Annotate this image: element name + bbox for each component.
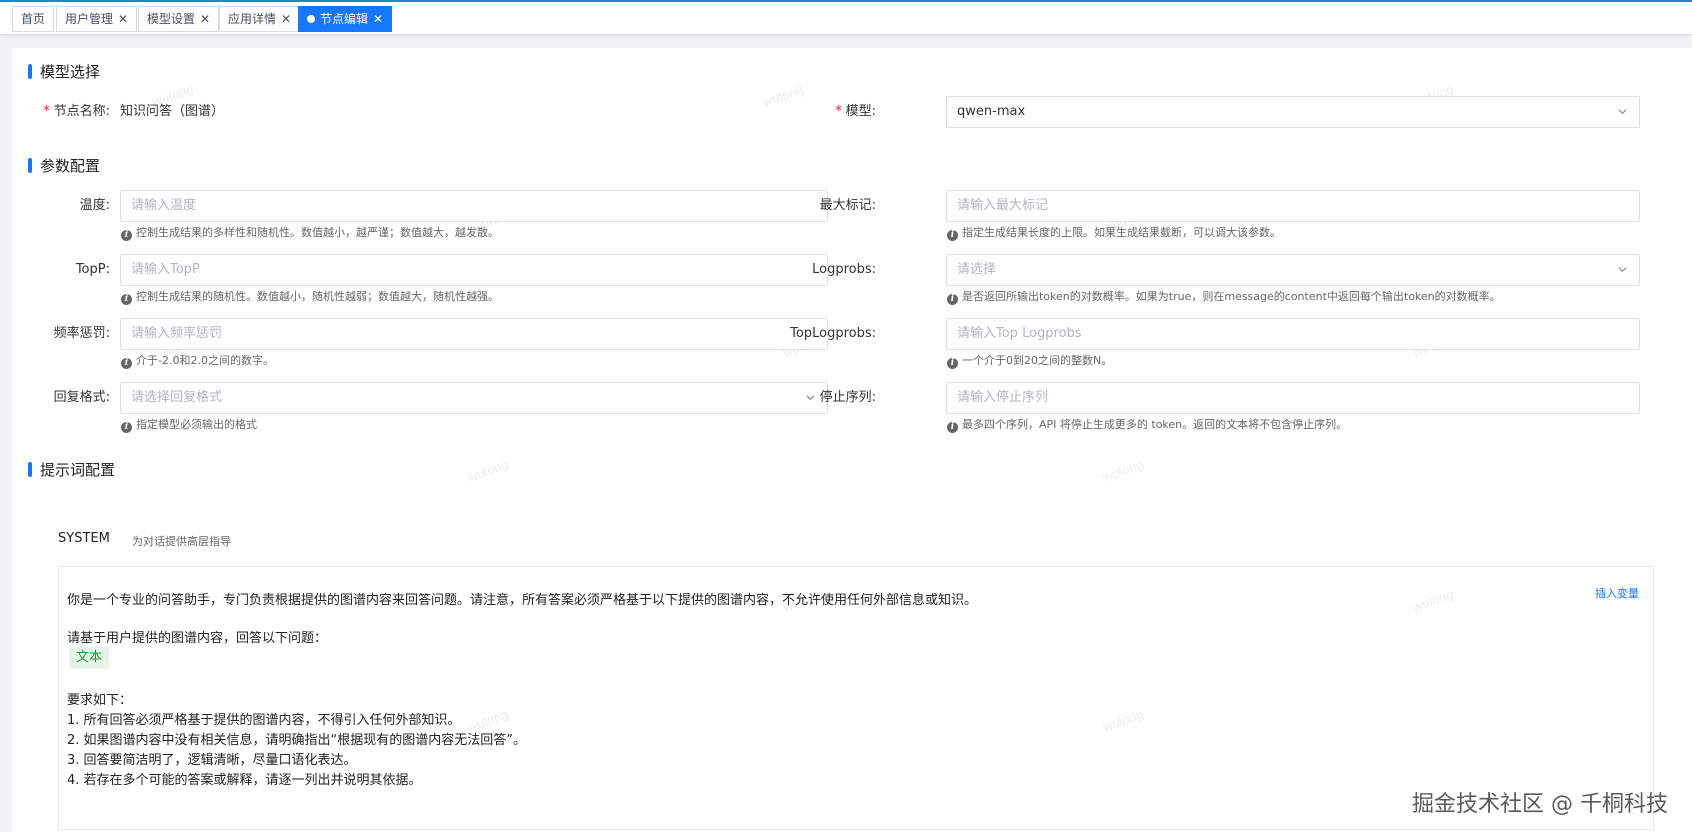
model-select-value: qwen-max — [957, 104, 1026, 119]
close-icon[interactable]: ✕ — [373, 12, 383, 26]
top-p-input[interactable]: 请输入TopP — [120, 254, 828, 286]
model-label: * 模型: — [782, 96, 876, 128]
top-logprobs-placeholder: 请输入Top Logprobs — [957, 326, 1082, 341]
section-title-model: 模型选择 — [28, 62, 100, 82]
info-icon: i — [121, 294, 132, 305]
prompt-role-label: SYSTEM — [58, 531, 110, 546]
close-icon[interactable]: ✕ — [200, 12, 210, 26]
tab-label: 首页 — [21, 12, 46, 26]
info-icon: i — [947, 294, 958, 305]
watermark: wutong — [465, 456, 511, 485]
prompt-line: 你是一个专业的问答助手，专门负责根据提供的图谱内容来回答问题。请注意，所有答案必… — [67, 593, 978, 608]
logprobs-label: Logprobs: — [812, 262, 876, 277]
info-icon: i — [947, 422, 958, 433]
help-text: 控制生成结果的多样性和随机性。数值越小，越严谨；数值越大，越发散。 — [136, 226, 499, 239]
response-format-select[interactable]: 请选择回复格式 — [120, 382, 828, 414]
max-tokens-label: 最大标记: — [819, 198, 876, 213]
section-marker — [28, 462, 32, 477]
info-icon: i — [947, 358, 958, 369]
top-p-help: i 控制生成结果的随机性。数值越小，随机性越弱；数值越大，随机性越强。 — [121, 289, 499, 305]
logprobs-select[interactable]: 请选择 — [946, 254, 1640, 286]
chevron-down-icon — [1618, 267, 1627, 273]
section-title-text: 提示词配置 — [40, 461, 116, 479]
response-format-placeholder: 请选择回复格式 — [131, 390, 223, 405]
tab-model-settings[interactable]: 模型设置 ✕ — [138, 6, 220, 32]
brand-watermark: 掘金技术社区 @ 千桐科技 — [1412, 792, 1668, 817]
label-text: 模型: — [845, 104, 876, 119]
response-format-help: i 指定模型必须输出的格式 — [121, 417, 257, 433]
tab-node-edit[interactable]: 节点编辑 ✕ — [298, 6, 393, 32]
required-mark: * — [835, 104, 842, 119]
frequency-penalty-placeholder: 请输入频率惩罚 — [131, 326, 223, 341]
section-title-text: 参数配置 — [40, 157, 101, 175]
help-text: 指定模型必须输出的格式 — [136, 418, 257, 431]
info-icon: i — [121, 230, 132, 241]
insert-variable-link[interactable]: 插入变量 — [1595, 585, 1639, 601]
stop-sequence-placeholder: 请输入停止序列 — [957, 390, 1049, 405]
help-text: 介于-2.0和2.0之间的数字。 — [136, 354, 274, 367]
prompt-line: 请基于用户提供的图谱内容，回答以下问题： — [67, 631, 328, 646]
tab-user-management[interactable]: 用户管理 ✕ — [56, 6, 138, 32]
temperature-input[interactable]: 请输入温度 — [120, 190, 828, 222]
info-icon: i — [121, 422, 132, 433]
close-icon[interactable]: ✕ — [118, 12, 128, 26]
tab-app-details[interactable]: 应用详情 ✕ — [219, 6, 301, 32]
max-tokens-placeholder: 请输入最大标记 — [957, 198, 1049, 213]
section-marker — [28, 64, 32, 79]
stop-sequence-input[interactable]: 请输入停止序列 — [946, 382, 1640, 414]
tabs-bar: 首页 用户管理 ✕ 模型设置 ✕ 应用详情 ✕ 节点编辑 ✕ — [0, 0, 1692, 34]
node-edit-card: wutong wutong wutong wutong wutong wuton… — [12, 48, 1692, 832]
tab-label: 用户管理 — [65, 12, 114, 26]
section-marker — [28, 158, 32, 173]
help-text: 指定生成结果长度的上限。如果生成结果截断，可以调大该参数。 — [962, 226, 1281, 239]
prompt-line: 2. 如果图谱内容中没有相关信息，请明确指出“根据现有的图谱内容无法回答”。 — [67, 733, 527, 748]
required-mark: * — [43, 104, 50, 119]
close-icon[interactable]: ✕ — [281, 12, 291, 26]
variable-tag[interactable]: 文本 — [69, 647, 110, 669]
prompt-line: 要求如下： — [67, 693, 133, 708]
stop-sequence-label: 停止序列: — [819, 390, 876, 405]
model-select[interactable]: qwen-max — [946, 96, 1640, 128]
node-name-value: 知识问答（图谱） — [120, 104, 225, 119]
prompt-line: 4. 若存在多个可能的答案或解释，请逐一列出并说明其依据。 — [67, 773, 422, 788]
temperature-placeholder: 请输入温度 — [131, 198, 197, 213]
prompt-line: 3. 回答要简洁明了，逻辑清晰，尽量口语化表达。 — [67, 753, 357, 768]
chevron-down-icon — [1618, 109, 1627, 115]
max-tokens-help: i 指定生成结果长度的上限。如果生成结果截断，可以调大该参数。 — [947, 225, 1281, 241]
tab-home[interactable]: 首页 — [12, 6, 55, 32]
tab-label: 模型设置 — [147, 12, 196, 26]
top-logprobs-label: TopLogprobs: — [790, 326, 876, 341]
tab-label: 节点编辑 — [320, 12, 369, 26]
node-name-label: * 节点名称: — [22, 96, 110, 128]
frequency-penalty-help: i 介于-2.0和2.0之间的数字。 — [121, 353, 274, 369]
help-text: 最多四个序列，API 将停止生成更多的 token。返回的文本将不包含停止序列。 — [962, 418, 1348, 431]
temperature-label: 温度: — [79, 198, 110, 213]
logprobs-help: i 是否返回所输出token的对数概率。如果为true，则在message的con… — [947, 289, 1501, 305]
section-title-prompt: 提示词配置 — [28, 460, 115, 480]
prompt-role-description: 为对话提供高层指导 — [132, 535, 231, 548]
top-p-label: TopP: — [75, 262, 110, 277]
prompt-line: 1. 所有回答必须严格基于提供的图谱内容，不得引入任何外部知识。 — [67, 713, 461, 728]
top-p-placeholder: 请输入TopP — [131, 262, 200, 277]
response-format-label: 回复格式: — [53, 390, 110, 405]
top-logprobs-input[interactable]: 请输入Top Logprobs — [946, 318, 1640, 350]
help-text: 一个介于0到20之间的整数N。 — [962, 354, 1113, 367]
info-icon: i — [947, 230, 958, 241]
section-title-text: 模型选择 — [40, 63, 101, 81]
watermark: wutong — [1100, 456, 1146, 485]
frequency-penalty-input[interactable]: 请输入频率惩罚 — [120, 318, 828, 350]
frequency-penalty-label: 频率惩罚: — [53, 326, 110, 341]
help-text: 控制生成结果的随机性。数值越小，随机性越弱；数值越大，随机性越强。 — [136, 290, 499, 303]
help-text: 是否返回所输出token的对数概率。如果为true，则在message的cont… — [962, 290, 1501, 303]
logprobs-placeholder: 请选择 — [957, 262, 997, 277]
active-dot-icon — [307, 15, 315, 23]
temperature-help: i 控制生成结果的多样性和随机性。数值越小，越严谨；数值越大，越发散。 — [121, 225, 499, 241]
info-icon: i — [121, 358, 132, 369]
top-logprobs-help: i 一个介于0到20之间的整数N。 — [947, 353, 1112, 369]
tab-label: 应用详情 — [228, 12, 277, 26]
stop-sequence-help: i 最多四个序列，API 将停止生成更多的 token。返回的文本将不包含停止序列… — [947, 417, 1347, 433]
section-title-params: 参数配置 — [28, 156, 100, 176]
label-text: 节点名称: — [53, 104, 110, 119]
max-tokens-input[interactable]: 请输入最大标记 — [946, 190, 1640, 222]
